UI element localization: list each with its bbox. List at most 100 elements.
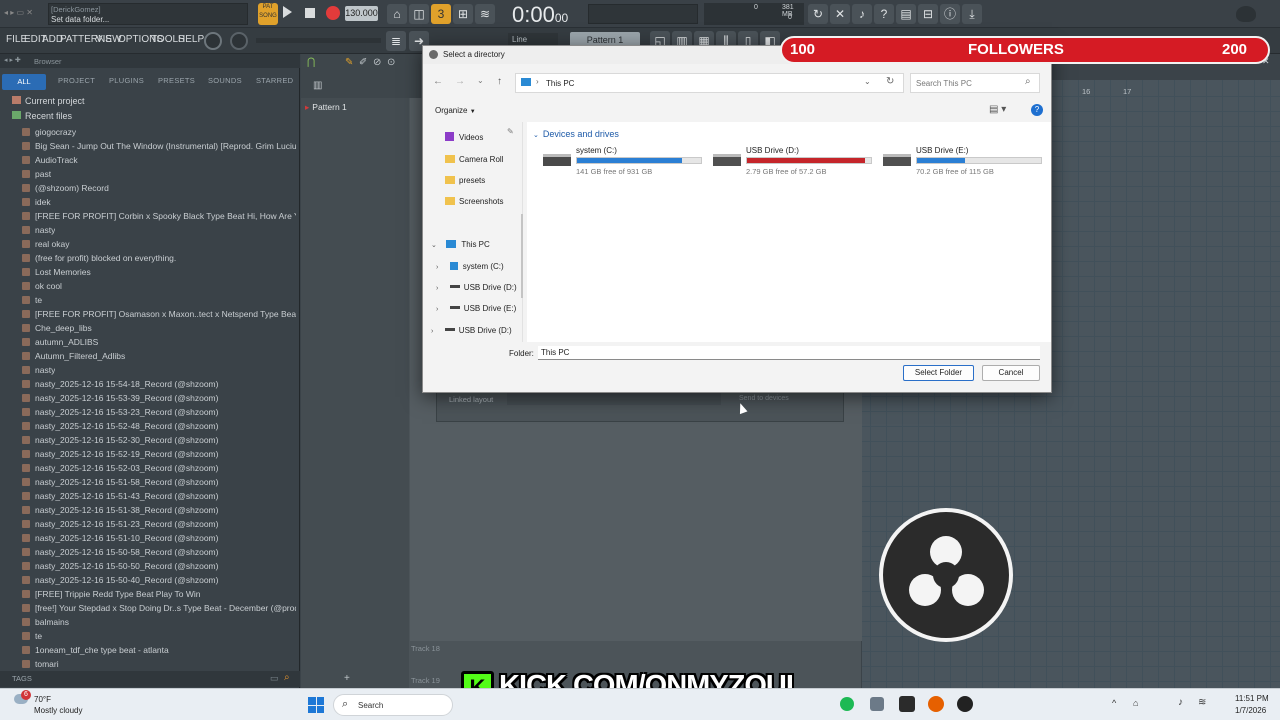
main-slider[interactable]: [256, 38, 381, 43]
expand-chevron-icon[interactable]: ›: [431, 328, 433, 335]
file-item[interactable]: nasty_2025-12-16 15-52-19_Record (@shzoo…: [22, 449, 218, 459]
tree-usb-e[interactable]: › USB Drive (E:): [436, 298, 516, 316]
file-item[interactable]: 1oneam_tdf_che type beat - atlanta: [22, 645, 169, 655]
tray-network-icon[interactable]: ⌂: [1133, 698, 1138, 708]
magnet-icon[interactable]: ⋂: [307, 57, 315, 68]
clock-date[interactable]: 1/7/2026: [1235, 706, 1266, 715]
recent-dropdown-icon[interactable]: ⌄: [477, 76, 484, 85]
file-item[interactable]: [FREE FOR PROFIT] Corbin x Spooky Black …: [22, 211, 296, 221]
start-button[interactable]: [308, 697, 324, 713]
file-item[interactable]: nasty_2025-12-16 15-50-58_Record (@shzoo…: [22, 547, 218, 557]
spotify-icon[interactable]: [840, 697, 854, 711]
playlist-icon[interactable]: ≣: [386, 31, 406, 51]
file-item[interactable]: nasty_2025-12-16 15-51-23_Record (@shzoo…: [22, 519, 218, 529]
tree-this-pc[interactable]: ⌄ This PC: [431, 234, 490, 252]
linked-layout-field[interactable]: [507, 393, 721, 405]
current-project-folder[interactable]: Current project: [12, 96, 85, 106]
tray-chevron-icon[interactable]: ^: [1112, 698, 1116, 708]
pencil-icon[interactable]: ✎: [345, 57, 353, 68]
tab-plugins[interactable]: PLUGINS: [109, 76, 144, 90]
address-bar[interactable]: › This PC ⌄ ↻: [515, 73, 904, 93]
tab-sounds[interactable]: SOUNDS: [208, 76, 242, 90]
select-folder-button[interactable]: Select Folder: [903, 365, 974, 381]
browser-folder-icon[interactable]: ▭: [270, 673, 279, 684]
tab-presets[interactable]: PRESETS: [158, 76, 195, 90]
help-circle-icon[interactable]: ?: [1031, 104, 1043, 116]
add-channel-button[interactable]: +: [344, 673, 350, 684]
search-bar[interactable]: ⌕ Search: [333, 694, 453, 716]
file-item[interactable]: nasty_2025-12-16 15-52-30_Record (@shzoo…: [22, 435, 218, 445]
address-dropdown-icon[interactable]: ⌄: [864, 77, 871, 86]
expand-chevron-icon[interactable]: ›: [436, 285, 438, 292]
file-item[interactable]: Big Sean - Jump Out The Window (Instrume…: [22, 141, 296, 151]
tempo-display[interactable]: 130.000: [345, 6, 378, 21]
record-button[interactable]: [326, 6, 340, 20]
nav-camera-roll[interactable]: Camera Roll: [445, 149, 503, 167]
master-pitch-knob[interactable]: [230, 32, 248, 50]
file-item[interactable]: idek: [22, 197, 51, 207]
browser-arrows-icon[interactable]: ◂ ▸ ✚: [4, 56, 21, 64]
file-item[interactable]: nasty_2025-12-16 15-50-50_Record (@shzoo…: [22, 561, 218, 571]
drive-tile[interactable]: system (C:) 141 GB free of 931 GB: [541, 146, 702, 178]
clock-time[interactable]: 11:51 PM: [1235, 694, 1269, 703]
file-item[interactable]: Autumn_Filtered_Adlibs: [22, 351, 125, 361]
pat-song-toggle[interactable]: PAT SONG: [258, 3, 278, 25]
obs-icon[interactable]: [957, 696, 973, 712]
file-item[interactable]: nasty_2025-12-16 15-52-48_Record (@shzoo…: [22, 421, 218, 431]
drive-tile[interactable]: USB Drive (E:) 70.2 GB free of 115 GB: [881, 146, 1042, 178]
nav-videos[interactable]: Videos ✎: [445, 127, 514, 145]
tree-usb-d-2[interactable]: › USB Drive (D:): [431, 320, 512, 338]
tab-all[interactable]: ALL: [2, 74, 46, 90]
file-item[interactable]: AudioTrack: [22, 155, 78, 165]
draw-icon[interactable]: ✐: [359, 57, 367, 68]
file-item[interactable]: balmains: [22, 617, 69, 627]
expand-chevron-icon[interactable]: ›: [436, 306, 438, 313]
mixer-icon[interactable]: ⊟: [918, 4, 938, 24]
folder-input[interactable]: This PC: [538, 346, 1040, 360]
pattern-item[interactable]: ▸ Pattern 1: [305, 102, 347, 113]
file-item[interactable]: nasty_2025-12-16 15-51-43_Record (@shzoo…: [22, 491, 218, 501]
tray-volume-icon[interactable]: ♪: [1178, 697, 1183, 708]
refresh-address-icon[interactable]: ↻: [886, 76, 894, 87]
fl-studio-icon[interactable]: [899, 696, 915, 712]
file-item[interactable]: te: [22, 631, 42, 641]
file-item[interactable]: giogocrazy: [22, 127, 76, 137]
file-item[interactable]: [FREE] Trippie Redd Type Beat Play To Wi…: [22, 589, 201, 599]
pin-icon[interactable]: ✎: [507, 127, 514, 136]
picker-icon[interactable]: ⊙: [387, 57, 395, 68]
tools-icon[interactable]: ✕: [830, 4, 850, 24]
master-volume-knob[interactable]: [204, 32, 222, 50]
cancel-button[interactable]: Cancel: [982, 365, 1040, 381]
info-icon[interactable]: ⓘ: [940, 4, 960, 24]
tab-project[interactable]: PROJECT: [58, 76, 95, 90]
settings-app-icon[interactable]: [870, 697, 884, 711]
file-item[interactable]: tomari: [22, 659, 59, 669]
nav-screenshots[interactable]: Screenshots: [445, 191, 503, 209]
devices-section-header[interactable]: ⌄ Devices and drives: [533, 129, 619, 139]
nav-scrollbar[interactable]: [521, 214, 523, 298]
view-options-icon[interactable]: ▤ ▾: [989, 104, 1006, 115]
metronome-icon[interactable]: ⌂: [387, 4, 407, 24]
tree-usb-d[interactable]: › USB Drive (D:): [436, 277, 517, 295]
file-item[interactable]: nasty_2025-12-16 15-52-03_Record (@shzoo…: [22, 463, 218, 473]
zoom-icon[interactable]: ⊘: [373, 57, 381, 68]
countdown-icon[interactable]: 3: [431, 4, 451, 24]
expand-chevron-icon[interactable]: ⌄: [431, 242, 437, 249]
stop-button[interactable]: [305, 8, 315, 18]
refresh-icon[interactable]: ↻: [808, 4, 828, 24]
firefox-icon[interactable]: [928, 696, 944, 712]
send-to-devices-button[interactable]: Send to devices: [739, 395, 789, 402]
search-box[interactable]: Search This PC ⌕: [910, 73, 1040, 93]
file-item[interactable]: nasty_2025-12-16 15-53-39_Record (@shzoo…: [22, 393, 218, 403]
file-item[interactable]: (@shzoom) Record: [22, 183, 109, 193]
file-item[interactable]: nasty_2025-12-16 15-51-58_Record (@shzoo…: [22, 477, 218, 487]
window-control[interactable]: ◂ ▸ ▭ ✕: [4, 8, 44, 18]
file-item[interactable]: nasty_2025-12-16 15-51-38_Record (@shzoo…: [22, 505, 218, 515]
tab-starred[interactable]: STARRED: [256, 76, 293, 90]
expand-chevron-icon[interactable]: ›: [436, 264, 438, 271]
menu-help[interactable]: HELP: [178, 34, 204, 45]
file-item[interactable]: nasty_2025-12-16 15-54-18_Record (@shzoo…: [22, 379, 218, 389]
blend-icon[interactable]: ≋: [475, 4, 495, 24]
download-icon[interactable]: ⤓: [962, 4, 982, 24]
wait-icon[interactable]: ◫: [409, 4, 429, 24]
